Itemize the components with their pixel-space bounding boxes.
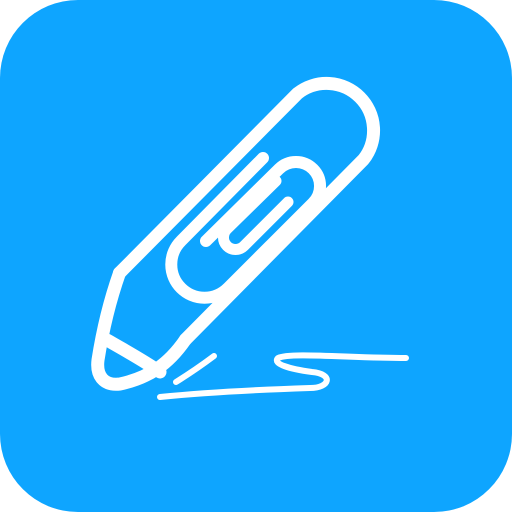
pen-paperclip-signature-icon [0,0,512,512]
app-icon [0,0,512,512]
